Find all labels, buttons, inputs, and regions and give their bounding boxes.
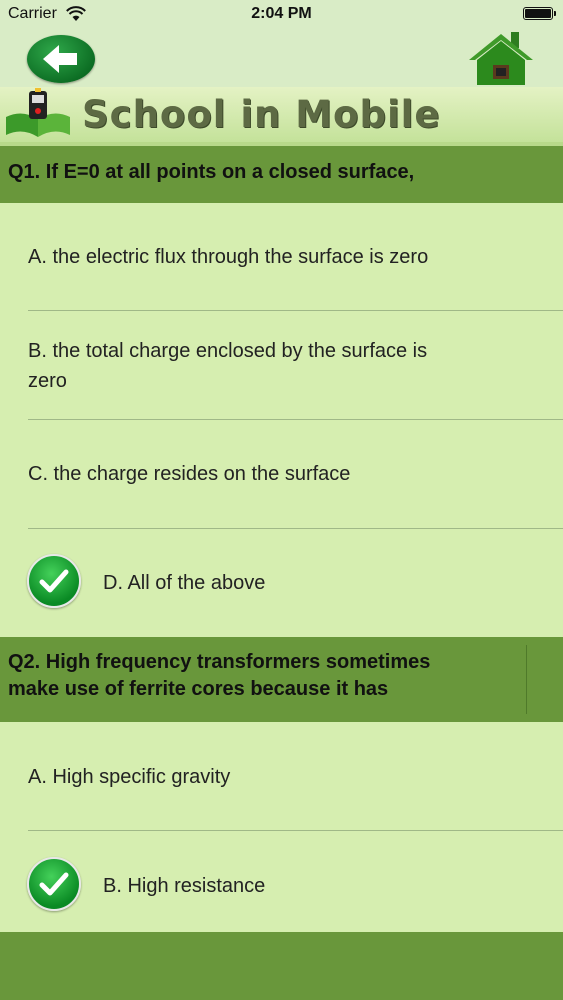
option-label: C. the charge resides on the surface bbox=[28, 463, 351, 485]
nav-bar bbox=[0, 30, 563, 87]
option-item[interactable]: A. High specific gravity bbox=[0, 722, 563, 830]
check-icon bbox=[27, 857, 81, 911]
question-header: Q1. If E=0 at all points on a closed sur… bbox=[0, 146, 563, 203]
option-item[interactable]: C. the charge resides on the surface bbox=[0, 420, 563, 528]
option-item[interactable]: A. the electric flux through the surface… bbox=[0, 203, 563, 311]
question-text: Q1. If E=0 at all points on a closed sur… bbox=[8, 161, 415, 183]
option-item-correct[interactable]: D. All of the above bbox=[0, 529, 563, 637]
clock: 2:04 PM bbox=[251, 5, 312, 22]
question-text-continued: make use of ferrite cores because it has bbox=[8, 678, 389, 700]
home-button[interactable] bbox=[465, 30, 535, 87]
next-question-header bbox=[0, 932, 563, 1000]
option-item[interactable]: B. the total charge enclosed by the surf… bbox=[0, 311, 563, 419]
check-icon bbox=[27, 554, 81, 608]
option-label-continued: zero bbox=[28, 370, 67, 392]
header-divider bbox=[526, 645, 527, 714]
back-button[interactable] bbox=[27, 35, 95, 83]
option-label: A. the electric flux through the surface… bbox=[28, 246, 429, 268]
option-label: A. High specific gravity bbox=[28, 766, 231, 788]
option-label: D. All of the above bbox=[103, 572, 266, 594]
app-banner: School in Mobile bbox=[0, 87, 563, 146]
battery-icon bbox=[523, 7, 556, 20]
mobile-book-logo-icon bbox=[6, 88, 70, 137]
question-header: Q2. High frequency transformers sometime… bbox=[0, 637, 563, 722]
option-label: B. High resistance bbox=[103, 875, 266, 897]
home-icon bbox=[469, 32, 533, 85]
app-title: School in Mobile bbox=[82, 93, 441, 136]
status-bar: Carrier 2:04 PM bbox=[0, 0, 563, 30]
question-text: Q2. High frequency transformers sometime… bbox=[8, 651, 431, 673]
option-item-correct[interactable]: B. High resistance bbox=[0, 831, 563, 932]
option-label: B. the total charge enclosed by the surf… bbox=[28, 340, 428, 362]
back-arrow-icon bbox=[43, 45, 77, 73]
